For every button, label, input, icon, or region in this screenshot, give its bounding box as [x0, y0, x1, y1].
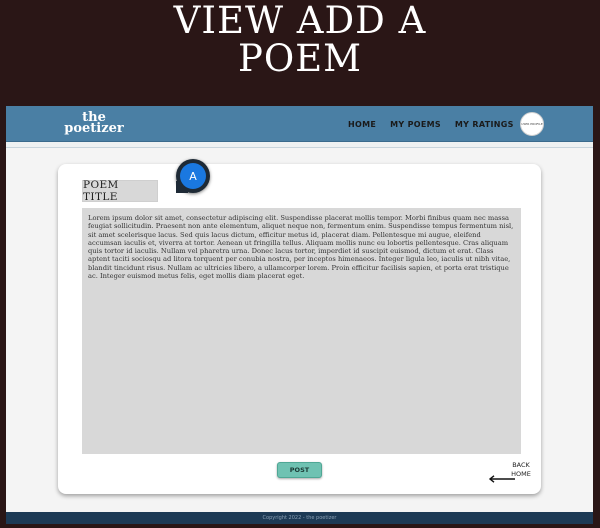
- navbar-divider: [6, 142, 593, 148]
- page-heading: VIEW ADD A POEM: [0, 2, 600, 78]
- app-window: the poetizer HOME MY POEMS MY RATINGS US…: [6, 106, 593, 524]
- back-home-line-1: BACK: [512, 461, 530, 469]
- logo[interactable]: the poetizer: [64, 111, 124, 136]
- poem-title-input[interactable]: POEM TITLE: [82, 179, 158, 203]
- post-button-label: POST: [289, 466, 310, 474]
- poem-body-textarea[interactable]: Lorem ipsum dolor sit amet, consectetur …: [82, 208, 521, 454]
- nav-link-my-ratings[interactable]: MY RATINGS: [455, 120, 514, 129]
- footer: Copyright 2022 - the poetizer: [6, 512, 593, 524]
- navbar: the poetizer HOME MY POEMS MY RATINGS US…: [6, 106, 593, 142]
- cursor-badge-label: A: [189, 169, 197, 183]
- nav-link-my-poems[interactable]: MY POEMS: [390, 120, 441, 129]
- footer-copyright: Copyright 2022 - the poetizer: [262, 515, 337, 521]
- page-heading-line-2: POEM: [237, 37, 363, 80]
- nav-links: HOME MY POEMS MY RATINGS: [348, 120, 514, 129]
- avatar-label: USER PROFILE: [521, 122, 543, 126]
- cursor-badge-inner: A: [180, 163, 206, 189]
- nav-link-home[interactable]: HOME: [348, 120, 376, 129]
- back-arrow-icon: [488, 475, 515, 483]
- text-cursor-icon: A: [176, 159, 210, 193]
- page-heading-line-1: VIEW ADD A: [173, 0, 427, 42]
- user-profile-avatar[interactable]: USER PROFILE: [520, 112, 544, 136]
- post-button[interactable]: POST: [277, 462, 322, 478]
- logo-line-2: poetizer: [64, 121, 124, 136]
- back-home-link[interactable]: BACK HOME: [488, 461, 532, 491]
- poem-editor-card: POEM TITLE A Lorem ipsum dolor sit amet,…: [58, 159, 541, 494]
- poem-title-placeholder: POEM TITLE: [83, 179, 119, 203]
